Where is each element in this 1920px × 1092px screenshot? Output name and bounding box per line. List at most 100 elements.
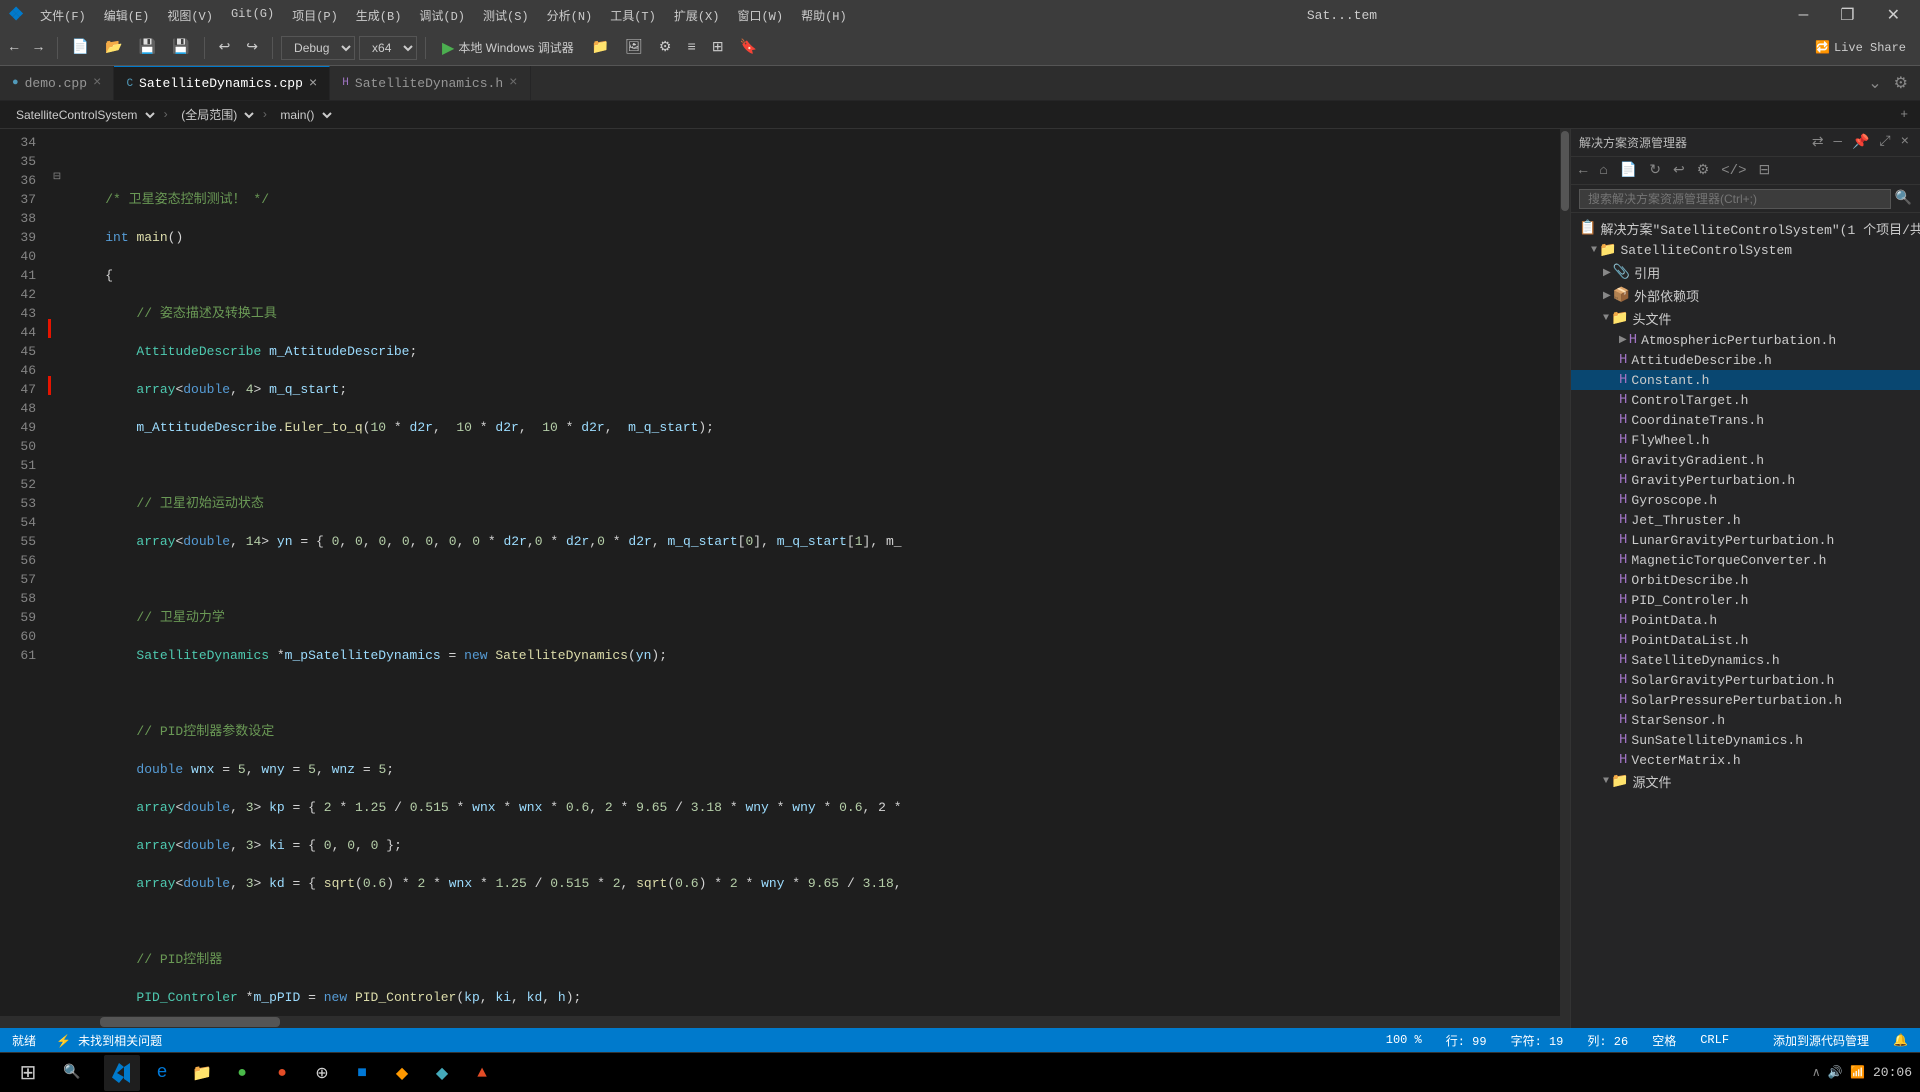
tree-pid-controler[interactable]: H PID_Controler.h bbox=[1571, 590, 1920, 610]
code-editor[interactable]: 34 35 36 37 38 39 40 41 42 43 44 45 46 4… bbox=[0, 129, 1570, 1028]
tree-sun-satellite[interactable]: H SunSatelliteDynamics.h bbox=[1571, 730, 1920, 750]
tree-constant[interactable]: H Constant.h bbox=[1571, 370, 1920, 390]
se-sync-button[interactable]: ⇄ bbox=[1809, 133, 1827, 152]
toolbar-extra-6[interactable]: 🔖 bbox=[734, 37, 763, 58]
taskbar-edge-icon[interactable]: e bbox=[144, 1055, 180, 1091]
se-collapse-button[interactable]: — bbox=[1831, 133, 1845, 152]
tab-satellite-dynamics-h-close[interactable]: × bbox=[509, 75, 517, 91]
header-folder-arrow[interactable]: ▼ bbox=[1603, 313, 1609, 324]
status-add-source[interactable]: 添加到源代码管理 bbox=[1769, 1032, 1873, 1049]
toolbar-extra-3[interactable]: ⚙ bbox=[653, 37, 678, 58]
toolbar-extra-1[interactable]: 📁 bbox=[586, 37, 615, 58]
tree-magnetic-torque[interactable]: H MagneticTorqueConverter.h bbox=[1571, 550, 1920, 570]
vertical-scrollbar[interactable] bbox=[1560, 129, 1570, 1016]
menu-debug[interactable]: 调试(D) bbox=[411, 5, 473, 26]
menu-project[interactable]: 项目(P) bbox=[284, 5, 346, 26]
tree-solar-pressure[interactable]: H SolarPressurePerturbation.h bbox=[1571, 690, 1920, 710]
tree-gravity-perturbation[interactable]: H GravityPerturbation.h bbox=[1571, 470, 1920, 490]
code-area[interactable]: 34 35 36 37 38 39 40 41 42 43 44 45 46 4… bbox=[0, 129, 1570, 1016]
redo-button[interactable]: ↪ bbox=[240, 37, 264, 58]
project-arrow[interactable]: ▼ bbox=[1591, 245, 1597, 256]
status-col[interactable]: 字符: 19 bbox=[1507, 1032, 1568, 1049]
tab-demo-cpp[interactable]: ● demo.cpp × bbox=[0, 66, 114, 100]
se-back-button[interactable]: ← bbox=[1575, 161, 1591, 181]
horizontal-scroll[interactable] bbox=[0, 1016, 1570, 1028]
run-button[interactable]: ▶ 本地 Windows 调试器 bbox=[434, 36, 582, 60]
tab-list-button[interactable]: ⌄ bbox=[1864, 71, 1885, 95]
menu-build[interactable]: 生成(B) bbox=[348, 5, 410, 26]
tree-lunar-gravity[interactable]: H LunarGravityPerturbation.h bbox=[1571, 530, 1920, 550]
platform-dropdown[interactable]: x64 bbox=[359, 36, 417, 60]
h-scroll-thumb[interactable] bbox=[100, 1017, 280, 1027]
start-button[interactable]: ⊞ bbox=[8, 1055, 48, 1091]
taskbar-vs-icon[interactable] bbox=[104, 1055, 140, 1091]
fold-indicator-36[interactable]: ⊟ bbox=[48, 167, 66, 186]
status-git[interactable]: 就绪 bbox=[8, 1032, 40, 1049]
status-problems[interactable]: ⚡ 未找到相关问题 bbox=[52, 1032, 166, 1049]
add-breadcrumb-button[interactable]: + bbox=[1896, 107, 1912, 122]
menu-window[interactable]: 窗口(W) bbox=[729, 5, 791, 26]
se-refresh-button[interactable]: ↻ bbox=[1645, 160, 1665, 181]
taskbar-app-3[interactable]: ● bbox=[224, 1055, 260, 1091]
breadcrumb-scope-select[interactable]: (全局范围) bbox=[173, 105, 257, 125]
menu-git[interactable]: Git(G) bbox=[223, 5, 282, 26]
se-code-button[interactable]: </> bbox=[1717, 161, 1750, 181]
open-button[interactable]: 📂 bbox=[99, 37, 128, 58]
debug-config-dropdown[interactable]: Debug bbox=[281, 36, 355, 60]
menu-test[interactable]: 测试(S) bbox=[475, 5, 537, 26]
ext-deps-arrow[interactable]: ▶ bbox=[1603, 290, 1611, 302]
new-project-button[interactable]: 📄 bbox=[66, 37, 95, 58]
status-row[interactable]: 行: 99 bbox=[1442, 1032, 1491, 1049]
search-button[interactable]: 🔍 bbox=[52, 1055, 92, 1091]
tree-flywheel[interactable]: H FlyWheel.h bbox=[1571, 430, 1920, 450]
status-spaces[interactable]: 空格 bbox=[1648, 1032, 1680, 1049]
se-filter-button[interactable]: ⚙ bbox=[1693, 160, 1714, 181]
save-button[interactable]: 💾 bbox=[133, 37, 162, 58]
taskbar-app-6[interactable]: ■ bbox=[344, 1055, 380, 1091]
code-text[interactable]: /* 卫星姿态控制测试！ */ int main() { // 姿态描述及转换工… bbox=[66, 129, 1560, 1016]
status-notification-icon[interactable]: 🔔 bbox=[1889, 1033, 1912, 1048]
menu-help[interactable]: 帮助(H) bbox=[793, 5, 855, 26]
tree-source-folder[interactable]: ▼ 📁 源文件 bbox=[1571, 770, 1920, 793]
toolbar-extra-5[interactable]: ⊞ bbox=[706, 37, 730, 58]
save-all-button[interactable]: 💾 bbox=[166, 37, 195, 58]
tree-satellite-dynamics-h[interactable]: H SatelliteDynamics.h bbox=[1571, 650, 1920, 670]
tab-settings-button[interactable]: ⚙ bbox=[1890, 71, 1912, 95]
tree-point-data-list[interactable]: H PointDataList.h bbox=[1571, 630, 1920, 650]
menu-tools[interactable]: 工具(T) bbox=[602, 5, 664, 26]
tree-gyroscope[interactable]: H Gyroscope.h bbox=[1571, 490, 1920, 510]
tree-gravity-gradient[interactable]: H GravityGradient.h bbox=[1571, 450, 1920, 470]
toolbar-extra-4[interactable]: ≡ bbox=[681, 38, 701, 58]
taskbar-app-9[interactable]: ▲ bbox=[464, 1055, 500, 1091]
tree-solar-gravity[interactable]: H SolarGravityPerturbation.h bbox=[1571, 670, 1920, 690]
se-undo-button[interactable]: ↩ bbox=[1669, 160, 1689, 181]
tree-control-target[interactable]: H ControlTarget.h bbox=[1571, 390, 1920, 410]
tree-header-folder[interactable]: ▼ 📁 头文件 bbox=[1571, 307, 1920, 330]
menu-analyze[interactable]: 分析(N) bbox=[539, 5, 601, 26]
tree-attitude-describe[interactable]: H AttitudeDescribe.h bbox=[1571, 350, 1920, 370]
se-search-input[interactable] bbox=[1579, 189, 1891, 209]
tree-references[interactable]: ▶ 📎 引用 bbox=[1571, 261, 1920, 284]
tab-satellite-dynamics-cpp[interactable]: C SatelliteDynamics.cpp × bbox=[114, 66, 330, 100]
breadcrumb-project-select[interactable]: SatelliteControlSystem bbox=[8, 105, 158, 125]
menu-edit[interactable]: 编辑(E) bbox=[96, 5, 158, 26]
h-scroll-track[interactable] bbox=[0, 1016, 1570, 1028]
tree-solution[interactable]: 📋 解决方案"SatelliteControlSystem"(1 个项目/共 1 bbox=[1571, 217, 1920, 240]
se-search-icon[interactable]: 🔍 bbox=[1895, 190, 1912, 207]
tree-project[interactable]: ▼ 📁 SatelliteControlSystem bbox=[1571, 240, 1920, 261]
live-share-button[interactable]: 🔁 Live Share bbox=[1805, 38, 1916, 57]
menu-extensions[interactable]: 扩展(X) bbox=[666, 5, 728, 26]
close-button[interactable]: ✕ bbox=[1875, 3, 1912, 27]
tree-vecter-matrix[interactable]: H VecterMatrix.h bbox=[1571, 750, 1920, 770]
undo-button[interactable]: ↩ bbox=[213, 37, 237, 58]
status-zoom[interactable]: 100 % bbox=[1382, 1033, 1426, 1047]
se-maximize-button[interactable]: ⤢ bbox=[1876, 133, 1893, 152]
se-pin-button[interactable]: 📌 bbox=[1849, 133, 1872, 152]
tree-jet-thruster[interactable]: H Jet_Thruster.h bbox=[1571, 510, 1920, 530]
taskbar-app-7[interactable]: ◆ bbox=[384, 1055, 420, 1091]
se-close-button[interactable]: × bbox=[1898, 133, 1912, 152]
references-arrow[interactable]: ▶ bbox=[1603, 267, 1611, 279]
se-properties-button[interactable]: ⊟ bbox=[1755, 160, 1775, 181]
taskbar-chrome-icon[interactable]: ⊕ bbox=[304, 1055, 340, 1091]
se-home-button[interactable]: ⌂ bbox=[1595, 161, 1611, 181]
